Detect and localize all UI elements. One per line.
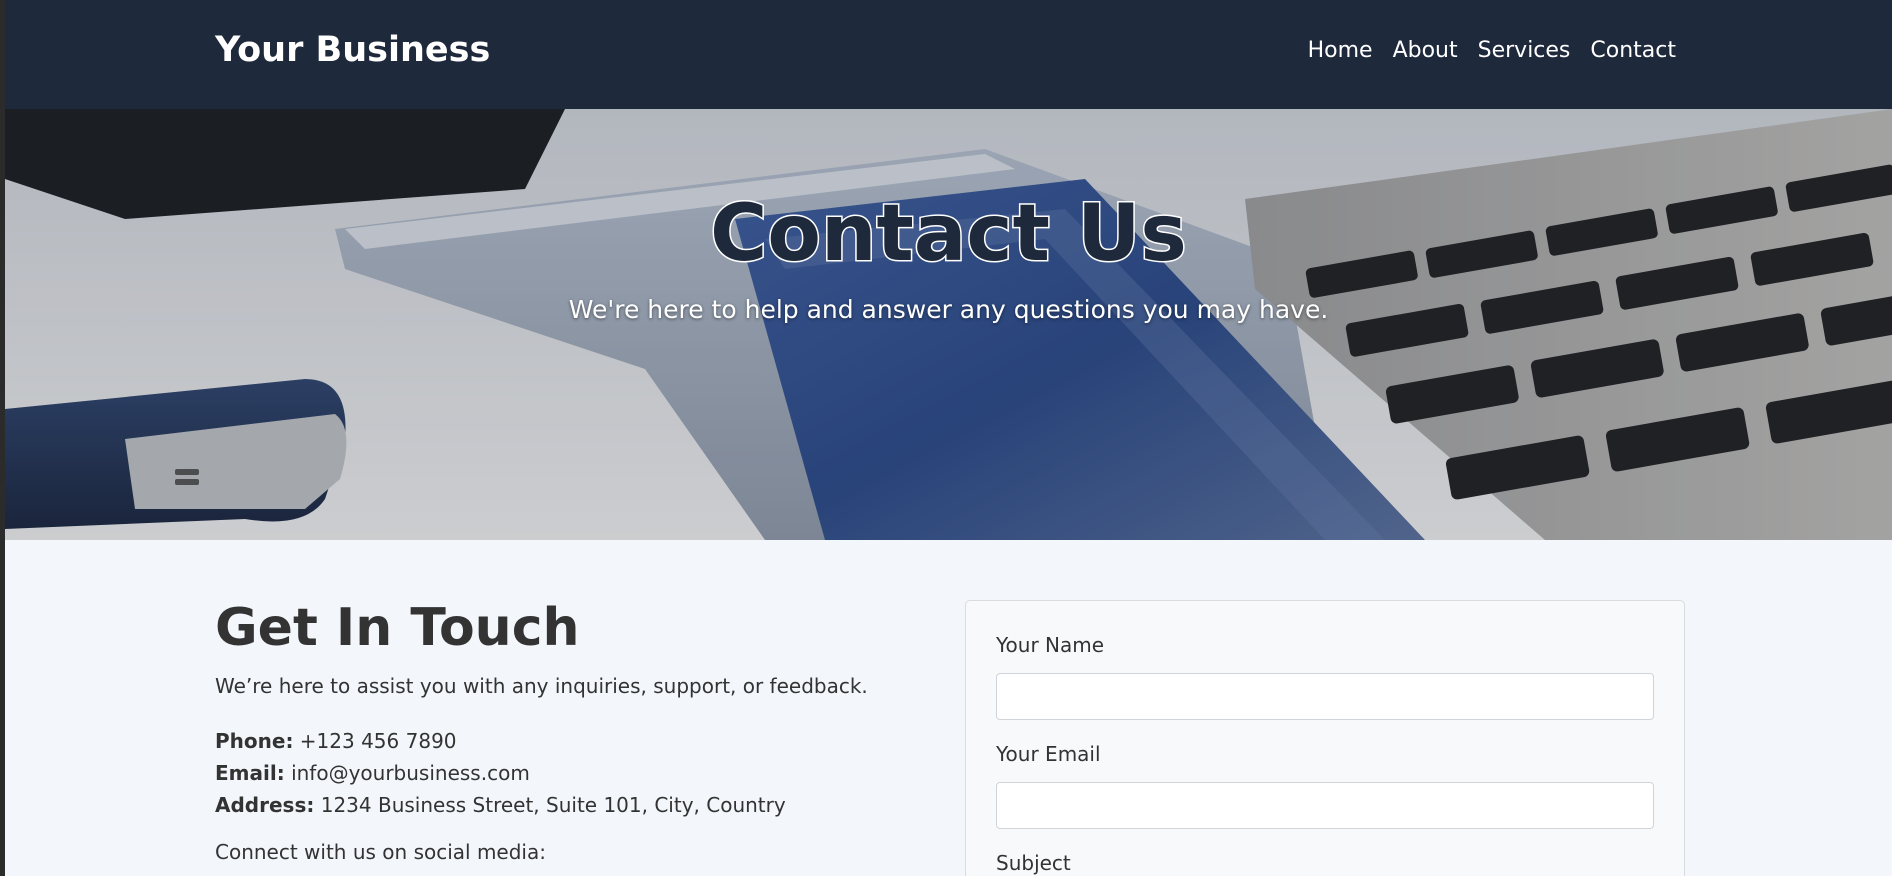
address-label: Address: — [215, 793, 315, 817]
email-value: info@yourbusiness.com — [291, 761, 530, 785]
section-title: Get In Touch — [215, 598, 580, 658]
email-field-label: Your Email — [996, 742, 1101, 766]
nav-link-services[interactable]: Services — [1478, 38, 1571, 63]
hero-subtitle: We're here to help and answer any questi… — [568, 295, 1329, 324]
navbar: Your Business Home About Services Contac… — [5, 0, 1892, 109]
contact-info: Phone: +123 456 7890 Email: info@yourbus… — [215, 725, 786, 821]
section-description: We’re here to assist you with any inquir… — [215, 674, 868, 698]
phone-row: Phone: +123 456 7890 — [215, 725, 786, 757]
phone-value: +123 456 7890 — [299, 729, 457, 753]
contact-form: Your Name Your Email Subject — [965, 600, 1685, 876]
hero-overlay — [5, 109, 1892, 540]
name-label: Your Name — [996, 633, 1105, 657]
email-label: Email: — [215, 761, 285, 785]
email-input[interactable] — [996, 782, 1654, 829]
nav-link-about[interactable]: About — [1393, 38, 1458, 63]
address-value: 1234 Business Street, Suite 101, City, C… — [320, 793, 786, 817]
address-row: Address: 1234 Business Street, Suite 101… — [215, 789, 786, 821]
page: Your Business Home About Services Contac… — [5, 0, 1892, 876]
hero-banner: Contact Us We're here to help and answer… — [5, 109, 1892, 540]
hero-title: Contact Us — [709, 188, 1189, 281]
brand-logo[interactable]: Your Business — [215, 30, 490, 70]
nav-menu: Home About Services Contact — [1308, 38, 1676, 63]
email-row: Email: info@yourbusiness.com — [215, 757, 786, 789]
phone-label: Phone: — [215, 729, 294, 753]
contact-section: Get In Touch We’re here to assist you wi… — [5, 540, 1892, 876]
nav-link-contact[interactable]: Contact — [1590, 38, 1676, 63]
social-text: Connect with us on social media: — [215, 840, 546, 864]
name-input[interactable] — [996, 673, 1654, 720]
nav-link-home[interactable]: Home — [1308, 38, 1373, 63]
subject-label: Subject — [996, 851, 1071, 875]
